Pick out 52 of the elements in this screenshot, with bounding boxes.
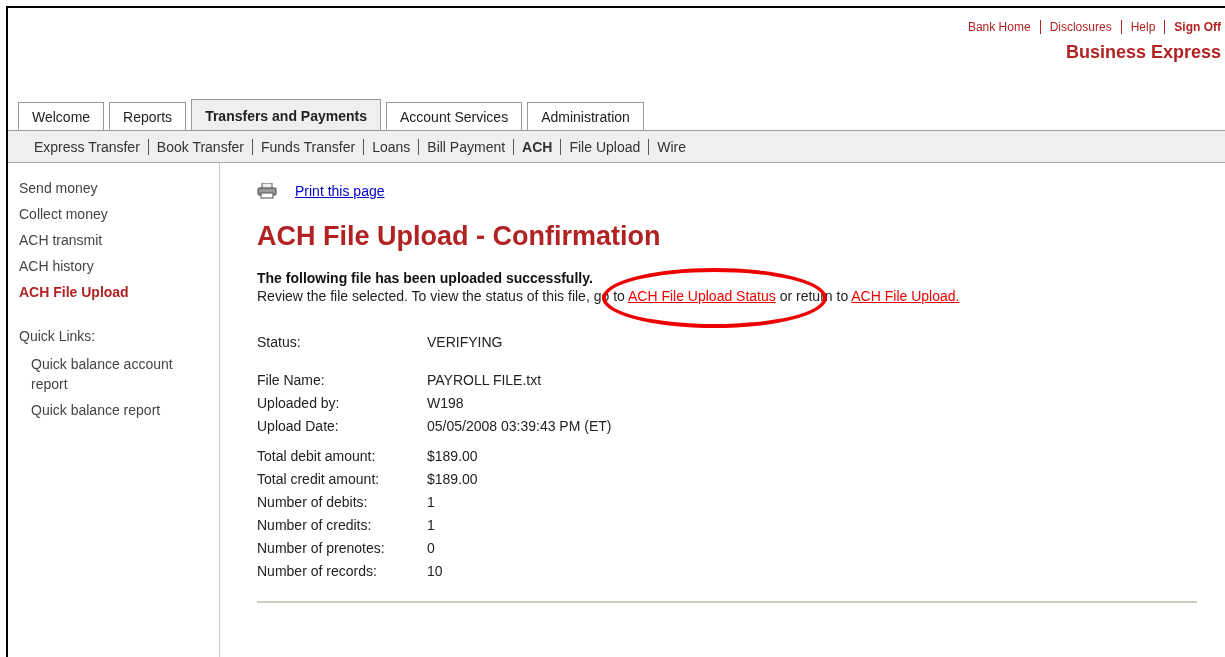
detail-value: 0 [427, 540, 436, 556]
sidebar-item[interactable]: ACH File Upload [19, 284, 219, 300]
status-link[interactable]: ACH File Upload. [851, 288, 960, 304]
detail-label: Status: [257, 334, 302, 350]
detail-label: Number of debits: [257, 494, 369, 510]
detail-value: 1 [427, 517, 436, 533]
detail-label: Number of credits: [257, 517, 373, 533]
print-link[interactable]: Print this page [295, 183, 385, 199]
subnav-link[interactable]: Express Transfer [34, 138, 148, 155]
header-link[interactable]: Help [1121, 20, 1165, 34]
detail-value: 10 [427, 563, 444, 579]
detail-label: File Name: [257, 372, 326, 388]
nav-tab[interactable]: Reports [109, 102, 187, 130]
status-link[interactable]: ACH File Upload Status [627, 288, 776, 304]
detail-value: 05/05/2008 03:39:43 PM (ET) [427, 418, 613, 434]
detail-value: $189.00 [427, 471, 479, 487]
subnav-link[interactable]: Funds Transfer [253, 138, 364, 155]
subnav-link[interactable]: Book Transfer [148, 138, 252, 155]
detail-label: Total credit amount: [257, 471, 381, 487]
subnav-link[interactable]: Wire [649, 138, 695, 155]
quick-links-heading: Quick Links: [19, 328, 97, 344]
nav-tab[interactable]: Account Services [386, 102, 523, 130]
detail-label: Number of records: [257, 563, 378, 579]
sidebar-item[interactable]: ACH transmit [19, 232, 219, 248]
sidebar-item[interactable]: Send money [19, 180, 219, 196]
printer-icon[interactable] [257, 183, 277, 199]
header-link[interactable]: Sign Off [1165, 20, 1221, 34]
header-link[interactable]: Disclosures [1040, 20, 1121, 34]
quick-link[interactable]: Quick balance report [19, 400, 219, 420]
detail-value: PAYROLL FILE.txt [427, 372, 543, 388]
nav-tab[interactable]: Administration [527, 102, 644, 130]
subnav-link[interactable]: File Upload [561, 138, 649, 155]
detail-label: Uploaded by: [257, 395, 341, 411]
sidebar-item[interactable]: ACH history [19, 258, 219, 274]
detail-value: $189.00 [427, 448, 479, 464]
subnav-link[interactable]: Bill Payment [419, 138, 514, 155]
subnav-link[interactable]: ACH [514, 138, 561, 155]
brand-name: Business Express [1065, 42, 1221, 63]
quick-link[interactable]: Quick balance account report [19, 354, 219, 394]
sidebar-item[interactable]: Collect money [19, 206, 219, 222]
detail-label: Total debit amount: [257, 448, 377, 464]
detail-value: VERIFYING [427, 334, 504, 350]
subnav-link[interactable]: Loans [364, 138, 419, 155]
detail-label: Upload Date: [257, 418, 340, 434]
detail-value: 1 [427, 494, 436, 510]
nav-tab[interactable]: Welcome [18, 102, 105, 130]
header-link[interactable]: Bank Home [958, 20, 1040, 34]
detail-value: W198 [427, 395, 465, 411]
page-title: ACH File Upload - Confirmation [257, 221, 662, 252]
nav-tab[interactable]: Transfers and Payments [191, 99, 381, 130]
success-message: The following file has been uploaded successfully. [257, 270, 594, 286]
detail-label: Number of prenotes: [257, 540, 386, 556]
